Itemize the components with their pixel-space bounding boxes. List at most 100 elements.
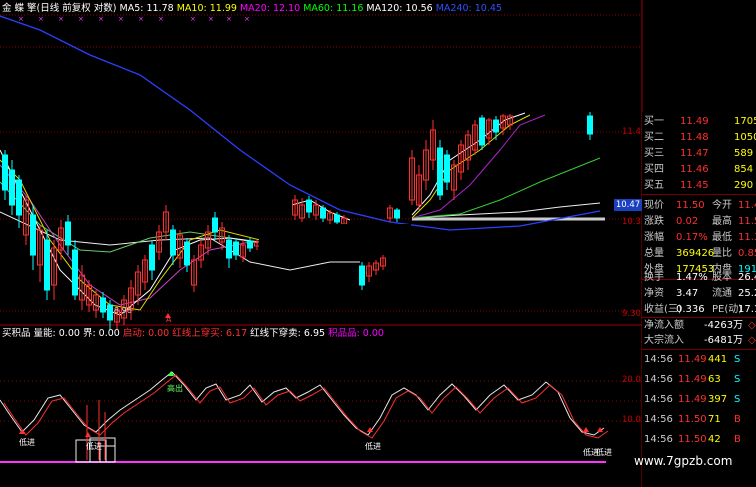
candle-body xyxy=(100,297,106,313)
signal-marker: × xyxy=(208,15,214,23)
bid-volume: 854 xyxy=(734,164,754,175)
flow-label: 大宗流入 xyxy=(644,335,684,346)
tick-side: B xyxy=(734,414,741,425)
ma-label: MA240: 10.45 xyxy=(432,3,502,14)
tick-side: S xyxy=(734,354,741,365)
ma-label: MA20: 12.10 xyxy=(236,3,301,14)
ma-label: MA120: 10.56 xyxy=(363,3,433,14)
candle-body xyxy=(44,239,50,291)
buy-signal-arrow xyxy=(583,427,589,432)
stat-label: 最低 xyxy=(712,232,732,243)
candle-body xyxy=(587,115,593,135)
low-price-label: 8.96 xyxy=(114,306,132,315)
candle-body xyxy=(493,119,499,133)
tick-row: 14:56 11.50 42 B xyxy=(642,432,756,447)
signal-marker: × xyxy=(98,15,104,23)
flow-icon: ◇ xyxy=(748,335,756,346)
bid-row: 买五 11.45 290 xyxy=(642,178,756,193)
indicator-value-label: 启动: 0.00 xyxy=(119,328,170,339)
bid-volume: 1050 xyxy=(734,132,756,143)
bid-volume: 589 xyxy=(734,148,754,159)
bid-price: 11.47 xyxy=(680,148,709,159)
stock-title: 金 蝶 擎(日线 前复权 对数) xyxy=(2,3,117,14)
tick-time: 14:56 xyxy=(644,434,673,445)
stat-row: 总量 369426量比 0.85 xyxy=(642,246,756,261)
tick-price: 11.49 xyxy=(678,394,707,405)
fund-value: 3.47 xyxy=(676,288,699,299)
stat-label: 今开 xyxy=(712,200,732,211)
candle-body xyxy=(170,229,176,256)
signal-marker: × xyxy=(38,15,44,23)
bid-price: 11.46 xyxy=(680,164,709,175)
watermark: www.7gpzb.com xyxy=(634,454,733,468)
fund-row: 净资 3.47 流通 25.2亿 xyxy=(642,286,756,301)
fund-label: 流通 xyxy=(712,288,732,299)
fund-value: 25.2亿 xyxy=(738,288,756,299)
tick-row: 14:56 11.49 397 S xyxy=(642,392,756,407)
tick-row: 14:56 11.49 63 S xyxy=(642,372,756,387)
fund-label: 换手 xyxy=(644,272,664,283)
tick-price: 11.50 xyxy=(678,414,707,425)
stat-row: 现价 11.50 今开 11.4 xyxy=(642,198,756,213)
bid-label: 买四 xyxy=(644,164,664,175)
candle-body xyxy=(233,241,239,256)
candle-body xyxy=(184,241,190,266)
candle-body xyxy=(65,221,71,246)
stat-value: 11.3 xyxy=(738,232,756,243)
panel-separator xyxy=(642,349,756,350)
ma5-line xyxy=(0,149,261,316)
bid-label: 买三 xyxy=(644,148,664,159)
candle-body xyxy=(149,244,155,271)
candle-body xyxy=(306,199,312,213)
signal-marker: × xyxy=(244,15,250,23)
tick-volume: 42 xyxy=(708,434,721,445)
stat-label: 现价 xyxy=(644,200,664,211)
tick-time: 14:56 xyxy=(644,374,673,385)
stat-label: 量比 xyxy=(712,248,732,259)
buy-signal-arrow xyxy=(85,432,91,437)
signal-marker: × xyxy=(18,15,24,23)
fund-row: 换手 1.47% 股本 26.4亿 xyxy=(642,270,756,285)
tick-price: 11.49 xyxy=(678,354,707,365)
tick-side: S xyxy=(734,374,741,385)
stat-value: 11.50 xyxy=(676,200,705,211)
candle-body xyxy=(72,249,78,296)
fund-label: 股本 xyxy=(712,272,732,283)
tick-row: 14:56 11.50 71 B xyxy=(642,412,756,427)
tick-volume: 397 xyxy=(708,394,728,405)
tick-time: 14:56 xyxy=(644,414,673,425)
bid-label: 买一 xyxy=(644,116,664,127)
stat-value: 0.85 xyxy=(738,248,756,259)
signal-marker: × xyxy=(78,15,84,23)
indicator-line-white xyxy=(0,371,605,436)
candle-body xyxy=(226,239,232,259)
candle-body xyxy=(9,169,15,206)
indicator-value-label: 界: 0.00 xyxy=(79,328,120,339)
signal-marker: × xyxy=(226,15,232,23)
candle-body xyxy=(394,209,400,219)
flow-value: -4263万 xyxy=(704,320,744,331)
signal-marker: × xyxy=(158,15,164,23)
candle-body xyxy=(212,217,218,233)
ma10-line-right xyxy=(411,114,531,219)
tick-row: 14:56 11.49 441 S xyxy=(642,352,756,367)
bid-price: 11.49 xyxy=(680,116,709,127)
fund-row: 收益(三)0.336PE(动)17.1 xyxy=(642,302,756,317)
tick-side: S xyxy=(734,394,741,405)
indicator-value-label: 红线下穿卖: 6.95 xyxy=(247,328,326,339)
candle-body xyxy=(30,214,36,256)
indicator-value-label: 红线上穿买: 6.17 xyxy=(169,328,248,339)
tick-time: 14:56 xyxy=(644,354,673,365)
ma-label: MA10: 11.99 xyxy=(173,3,237,14)
fund-label: 净资 xyxy=(644,288,664,299)
candle-body xyxy=(320,207,326,219)
stat-value: 369426 xyxy=(676,248,715,259)
stat-label: 涨幅 xyxy=(644,232,664,243)
ma-label: MA60: 11.16 xyxy=(300,3,364,14)
price-axis-label: 9.30 xyxy=(622,309,641,319)
bid-volume: 290 xyxy=(734,180,754,191)
fund-value: 0.336 xyxy=(676,304,705,315)
tick-volume: 63 xyxy=(708,374,721,385)
indicator-value-label: 积品品: 0.00 xyxy=(325,328,384,339)
signal-marker: × xyxy=(58,15,64,23)
